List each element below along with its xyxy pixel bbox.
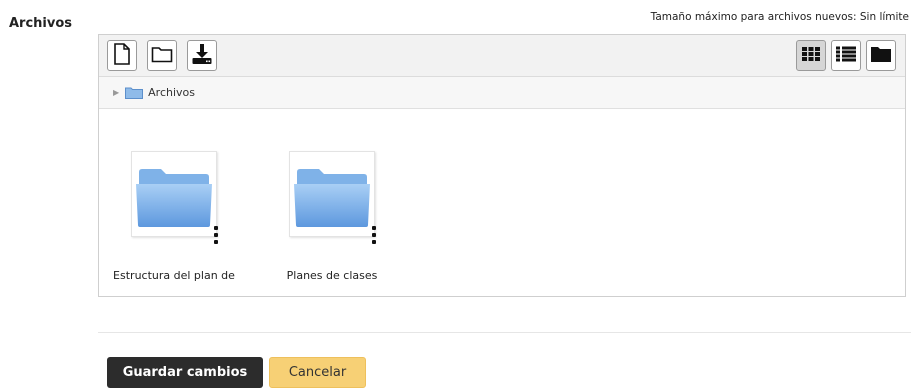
tree-view-icon: [870, 45, 892, 67]
folder-name[interactable]: Planes de clases: [267, 263, 397, 289]
tree-view-button[interactable]: [866, 40, 896, 71]
folder-thumbnail[interactable]: [131, 151, 218, 244]
form-divider: [98, 332, 911, 333]
save-button[interactable]: Guardar cambios: [107, 357, 263, 388]
folder-icon: [293, 168, 371, 231]
new-file-button[interactable]: [107, 40, 137, 71]
cancel-button[interactable]: Cancelar: [269, 357, 366, 388]
folder-item[interactable]: Planes de clases: [267, 151, 397, 289]
filemanager-toolbar: [99, 35, 905, 77]
folder-thumbnail[interactable]: [289, 151, 376, 244]
folder-name[interactable]: Estructura del plan de clases: [109, 263, 239, 289]
download-icon: [191, 43, 213, 69]
grid-view-icon: [801, 45, 821, 67]
folder-icon: [135, 168, 213, 231]
path-label[interactable]: Archivos: [148, 86, 195, 99]
max-size-note: Tamaño máximo para archivos nuevos: Sin …: [650, 11, 909, 23]
path-folder-icon: [125, 87, 144, 99]
list-view-icon: [835, 45, 857, 67]
new-folder-icon: [151, 45, 173, 67]
grid-view-button[interactable]: [796, 40, 826, 71]
new-folder-button[interactable]: [147, 40, 177, 71]
expand-triangle-icon[interactable]: ▶: [113, 88, 119, 97]
download-button[interactable]: [187, 40, 217, 71]
breadcrumb: ▶ Archivos: [99, 77, 905, 109]
file-manager: ▶ Archivos Estructura del plan de Planes…: [98, 34, 906, 297]
folder-item[interactable]: Estructura del plan de clases: [109, 151, 239, 289]
more-options-icon[interactable]: [214, 226, 218, 244]
list-view-button[interactable]: [831, 40, 861, 71]
field-label: Archivos: [9, 16, 73, 31]
more-options-icon[interactable]: [372, 226, 376, 244]
new-file-icon: [113, 42, 131, 69]
